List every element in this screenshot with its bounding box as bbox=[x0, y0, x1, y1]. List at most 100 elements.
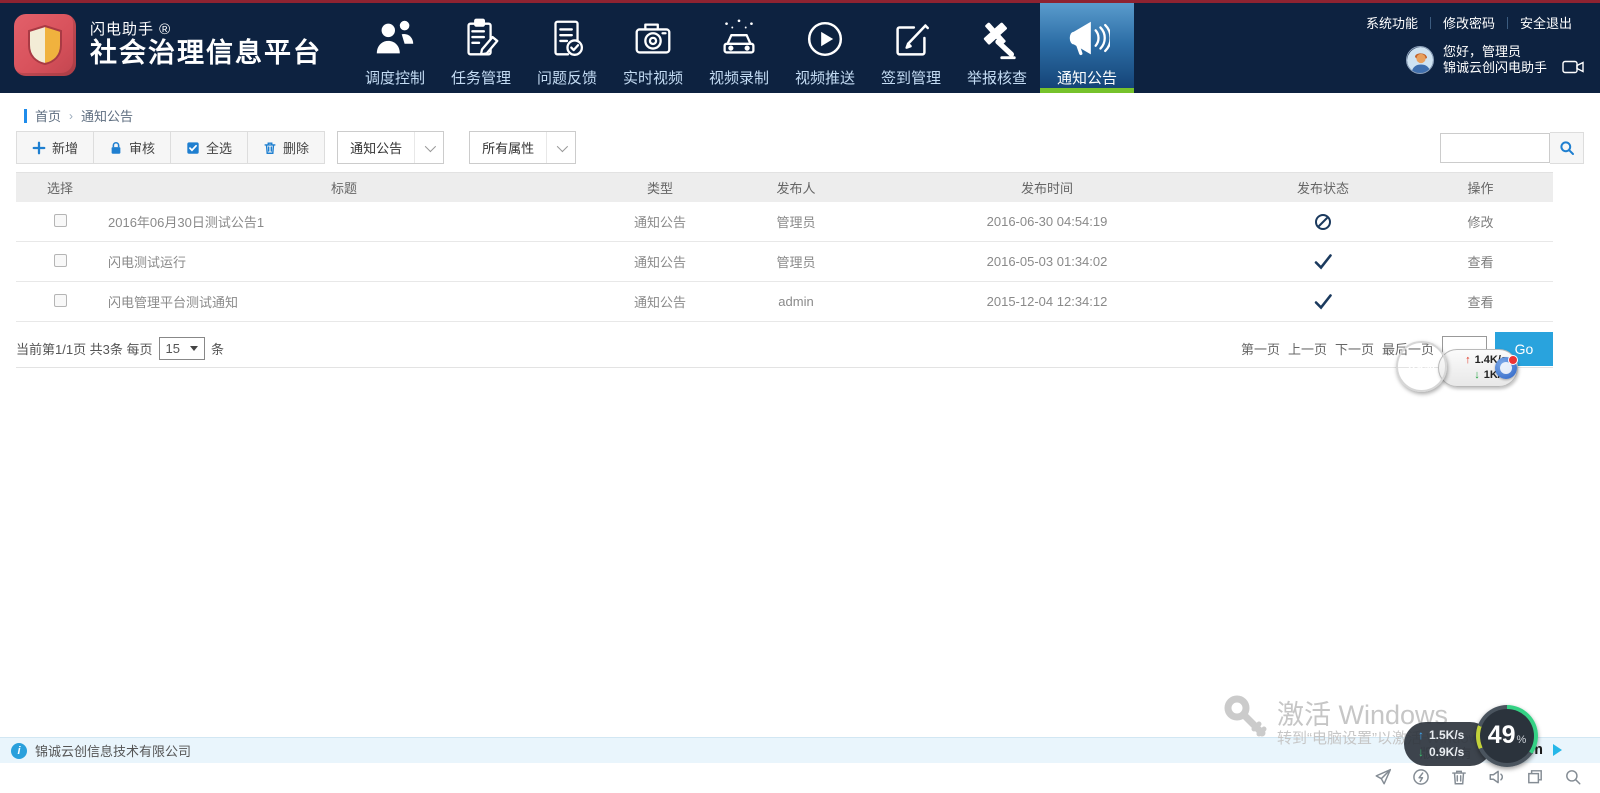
accelerator-ball-icon[interactable] bbox=[1495, 357, 1517, 379]
speaker-icon[interactable] bbox=[1488, 768, 1506, 786]
toolbar: 新增 审核 全选 删除 通知公告 bbox=[16, 131, 1584, 164]
status-published-icon bbox=[1313, 293, 1333, 311]
column-header-select: 选择 bbox=[16, 178, 104, 197]
dispatch-icon bbox=[372, 13, 418, 65]
header-right: 系统功能 修改密码 安全退出 您好，管理员 锦诚云创闪电助手 bbox=[1354, 13, 1584, 77]
nav-item-task[interactable]: 任务管理 bbox=[438, 3, 524, 93]
column-header-title: 标题 bbox=[104, 178, 584, 197]
recorder-percent: 49 bbox=[1488, 723, 1516, 748]
row-publisher: 管理员 bbox=[736, 252, 856, 271]
type-filter-value: 通知公告 bbox=[338, 132, 414, 163]
speed-mode-icon[interactable] bbox=[1412, 768, 1430, 786]
review-button[interactable]: 审核 bbox=[93, 132, 170, 163]
signin-icon bbox=[888, 13, 934, 65]
plus-icon bbox=[32, 141, 46, 155]
nav-item-report[interactable]: 举报核查 bbox=[954, 3, 1040, 93]
live-video-icon bbox=[630, 13, 676, 65]
rocket-icon[interactable] bbox=[1374, 768, 1392, 786]
breadcrumb-current[interactable]: 通知公告 bbox=[81, 106, 133, 125]
add-button-label: 新增 bbox=[52, 138, 78, 157]
row-title-link[interactable]: 闪电管理平台测试通知 bbox=[108, 295, 238, 310]
upload-arrow-icon: ↑ bbox=[1465, 353, 1471, 368]
delete-button[interactable]: 删除 bbox=[247, 132, 324, 163]
table-row: 闪电管理平台测试通知 通知公告 admin 2015-12-04 12:34:1… bbox=[16, 282, 1553, 322]
search-button[interactable] bbox=[1550, 132, 1584, 164]
avatar[interactable] bbox=[1406, 46, 1434, 74]
row-checkbox[interactable] bbox=[54, 254, 67, 267]
checkbox-icon bbox=[186, 141, 200, 155]
type-filter-dropdown[interactable]: 通知公告 bbox=[337, 131, 444, 164]
nav-item-signin[interactable]: 签到管理 bbox=[868, 3, 954, 93]
nav-label: 任务管理 bbox=[451, 67, 511, 88]
row-publisher: admin bbox=[736, 294, 856, 309]
recorder-download-speed: 0.9K/s bbox=[1429, 744, 1464, 761]
row-time: 2015-12-04 12:34:12 bbox=[856, 294, 1238, 309]
brand-title: 社会治理信息平台 bbox=[90, 38, 322, 69]
row-action-link[interactable]: 查看 bbox=[1467, 295, 1493, 310]
brand-text: 闪电助手 ® 社会治理信息平台 bbox=[90, 21, 322, 69]
system-functions-link[interactable]: 系统功能 bbox=[1354, 13, 1430, 32]
delete-button-label: 删除 bbox=[283, 138, 309, 157]
attribute-filter-dropdown[interactable]: 所有属性 bbox=[469, 131, 576, 164]
review-button-label: 审核 bbox=[129, 138, 155, 157]
notices-table: 选择 标题 类型 发布人 发布时间 发布状态 操作 2016年06月30日测试公… bbox=[16, 172, 1553, 322]
user-info: 您好，管理员 锦诚云创闪电助手 bbox=[1354, 44, 1584, 77]
column-header-publisher: 发布人 bbox=[736, 178, 856, 197]
feedback-icon bbox=[544, 13, 590, 65]
change-password-link[interactable]: 修改密码 bbox=[1431, 13, 1507, 32]
app-header: 闪电助手 ® 社会治理信息平台 调度控制 bbox=[0, 3, 1600, 93]
download-arrow-icon: ↓ bbox=[1474, 368, 1480, 383]
row-type: 通知公告 bbox=[584, 292, 736, 311]
column-header-status: 发布状态 bbox=[1238, 178, 1408, 197]
page-size-select[interactable]: 15 bbox=[159, 337, 205, 360]
nav-label: 视频录制 bbox=[709, 67, 769, 88]
row-title-link[interactable]: 闪电测试运行 bbox=[108, 255, 186, 270]
nav-item-live-video[interactable]: 实时视频 bbox=[610, 3, 696, 93]
trash-icon[interactable] bbox=[1450, 768, 1468, 786]
select-arrow-icon bbox=[190, 346, 198, 351]
row-action-link[interactable]: 查看 bbox=[1467, 255, 1493, 270]
breadcrumb-home[interactable]: 首页 bbox=[35, 106, 61, 125]
info-icon: i bbox=[11, 743, 27, 759]
nav-item-feedback[interactable]: 问题反馈 bbox=[524, 3, 610, 93]
row-title-link[interactable]: 2016年06月30日测试公告1 bbox=[108, 215, 264, 230]
download-arrow-icon: ↓ bbox=[1418, 744, 1424, 761]
prev-page-link[interactable]: 上一页 bbox=[1288, 339, 1327, 358]
row-type: 通知公告 bbox=[584, 252, 736, 271]
search-page-icon[interactable] bbox=[1564, 768, 1582, 786]
report-icon bbox=[974, 13, 1020, 65]
add-button[interactable]: 新增 bbox=[17, 132, 93, 163]
row-checkbox[interactable] bbox=[54, 214, 67, 227]
row-publisher: 管理员 bbox=[736, 212, 856, 231]
first-page-link[interactable]: 第一页 bbox=[1241, 339, 1280, 358]
nav-item-video-push[interactable]: 视频推送 bbox=[782, 3, 868, 93]
memory-percent-ball[interactable]: 49% bbox=[1396, 341, 1447, 392]
user-text: 您好，管理员 锦诚云创闪电助手 bbox=[1443, 44, 1547, 77]
nav-label: 通知公告 bbox=[1057, 67, 1117, 88]
row-type: 通知公告 bbox=[584, 212, 736, 231]
upload-arrow-icon: ↑ bbox=[1418, 727, 1424, 744]
attribute-filter-value: 所有属性 bbox=[470, 132, 546, 163]
row-checkbox[interactable] bbox=[54, 294, 67, 307]
browser-bottom-bar bbox=[0, 763, 1600, 793]
search-input[interactable] bbox=[1440, 133, 1550, 163]
app-logo bbox=[14, 14, 76, 76]
select-all-button[interactable]: 全选 bbox=[170, 132, 247, 163]
table-row: 闪电测试运行 通知公告 管理员 2016-05-03 01:34:02 查看 bbox=[16, 242, 1553, 282]
logout-link[interactable]: 安全退出 bbox=[1508, 13, 1584, 32]
next-page-link[interactable]: 下一页 bbox=[1335, 339, 1374, 358]
expand-arrow-icon[interactable] bbox=[1553, 744, 1562, 756]
user-greeting: 您好，管理员 bbox=[1443, 44, 1547, 60]
row-time: 2016-06-30 04:54:19 bbox=[856, 214, 1238, 229]
lock-icon bbox=[109, 141, 123, 155]
nav-item-video-record[interactable]: 视频录制 bbox=[696, 3, 782, 93]
nav-item-notice[interactable]: 通知公告 bbox=[1040, 3, 1134, 93]
recorder-percent-ring[interactable]: 49 % bbox=[1476, 705, 1538, 767]
nav-label: 视频推送 bbox=[795, 67, 855, 88]
restore-window-icon[interactable] bbox=[1526, 768, 1544, 786]
nav-item-dispatch[interactable]: 调度控制 bbox=[352, 3, 438, 93]
task-icon bbox=[458, 13, 504, 65]
breadcrumb-accent-bar bbox=[24, 109, 27, 123]
chevron-down-icon bbox=[546, 132, 575, 163]
row-action-link[interactable]: 修改 bbox=[1467, 215, 1493, 230]
